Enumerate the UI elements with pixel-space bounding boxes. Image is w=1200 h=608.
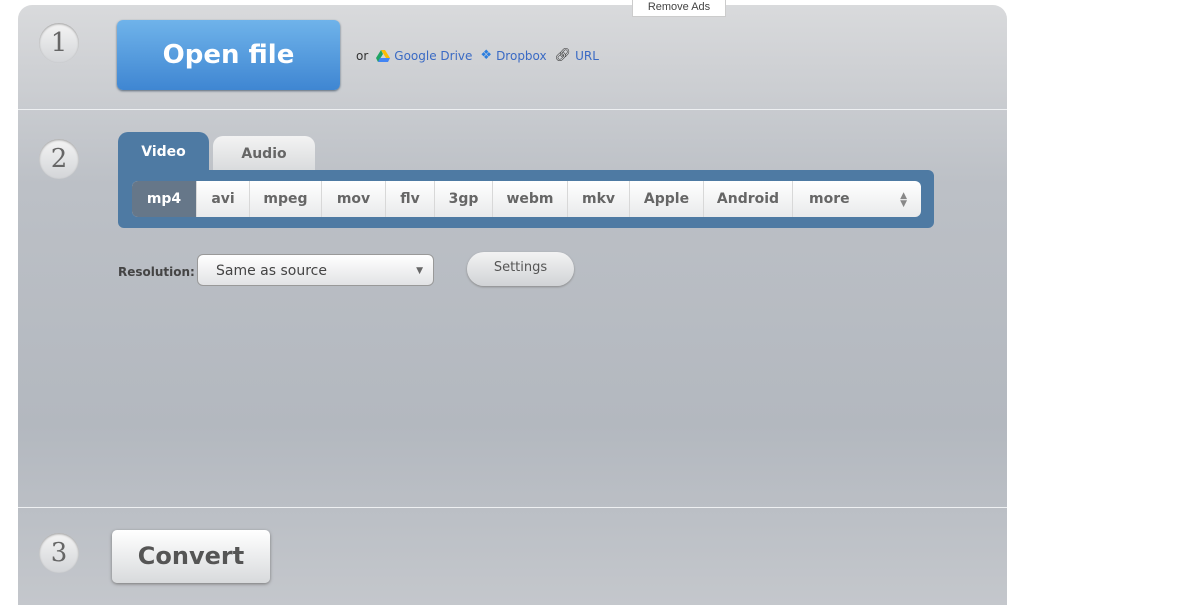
- format-flv[interactable]: flv: [386, 181, 435, 217]
- url-link[interactable]: 🔗︎ URL: [555, 48, 599, 63]
- format-webm[interactable]: webm: [493, 181, 568, 217]
- format-mp4[interactable]: mp4: [132, 181, 197, 217]
- updown-icon: ▲ ▼: [900, 191, 907, 209]
- format-apple[interactable]: Apple: [630, 181, 704, 217]
- link-icon: 🔗︎: [554, 48, 572, 63]
- step-number: 2: [39, 139, 79, 179]
- format-mov[interactable]: mov: [322, 181, 386, 217]
- tab-audio[interactable]: Audio: [213, 136, 315, 172]
- step-3-section: 3 Convert: [18, 508, 1007, 608]
- format-mkv[interactable]: mkv: [568, 181, 630, 217]
- chevron-down-icon: ▼: [416, 266, 423, 276]
- format-3gp[interactable]: 3gp: [435, 181, 493, 217]
- settings-button[interactable]: Settings: [467, 252, 574, 286]
- convert-button[interactable]: Convert: [112, 530, 270, 583]
- or-label: or: [356, 48, 369, 63]
- resolution-select[interactable]: Same as source ▼: [197, 254, 434, 286]
- format-bar: mp4 avi mpeg mov flv 3gp webm mkv Apple …: [118, 170, 934, 228]
- converter-panel: 1 Open file or Google Drive ❖ Dropbox 🔗︎ U…: [18, 5, 1007, 605]
- format-android[interactable]: Android: [704, 181, 793, 217]
- step-number: 3: [39, 533, 79, 573]
- open-file-button[interactable]: Open file: [117, 20, 340, 90]
- resolution-label: Resolution:: [118, 265, 195, 279]
- step-1-section: 1 Open file or Google Drive ❖ Dropbox 🔗︎ U…: [18, 5, 1007, 110]
- dropbox-icon: ❖: [480, 48, 493, 63]
- google-drive-link[interactable]: Google Drive: [376, 49, 472, 63]
- format-avi[interactable]: avi: [197, 181, 250, 217]
- format-mpeg[interactable]: mpeg: [250, 181, 322, 217]
- google-drive-icon: [376, 49, 391, 62]
- tab-video[interactable]: Video: [118, 132, 209, 172]
- remove-ads-link[interactable]: Remove Ads: [632, 0, 726, 17]
- step-2-section: 2 Video Audio mp4 avi mpeg mov flv 3gp w…: [18, 110, 1007, 508]
- format-more[interactable]: more ▲ ▼: [793, 181, 921, 217]
- step-number: 1: [39, 23, 79, 63]
- dropbox-link[interactable]: ❖ Dropbox: [480, 48, 546, 63]
